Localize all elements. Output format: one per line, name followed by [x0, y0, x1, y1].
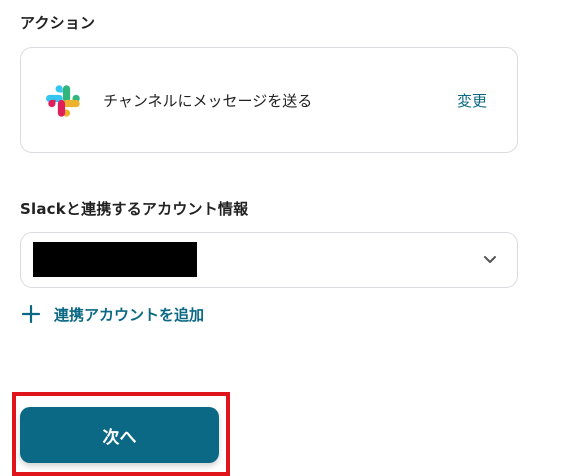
add-account-label: 連携アカウントを追加 [54, 305, 205, 324]
plus-icon [22, 305, 40, 323]
redacted-account-value [33, 242, 197, 277]
next-button[interactable]: 次へ [20, 407, 219, 463]
change-action-link[interactable]: 変更 [457, 90, 487, 111]
action-card: チャンネルにメッセージを送る 変更 [20, 47, 518, 153]
action-name: チャンネルにメッセージを送る [103, 92, 313, 110]
add-account-button[interactable]: 連携アカウントを追加 [22, 302, 204, 326]
account-select[interactable] [20, 232, 518, 288]
chevron-down-icon [484, 256, 496, 263]
action-section-label: アクション [20, 14, 96, 32]
slack-icon [46, 85, 80, 117]
account-section-label: Slackと連携するアカウント情報 [20, 200, 249, 218]
